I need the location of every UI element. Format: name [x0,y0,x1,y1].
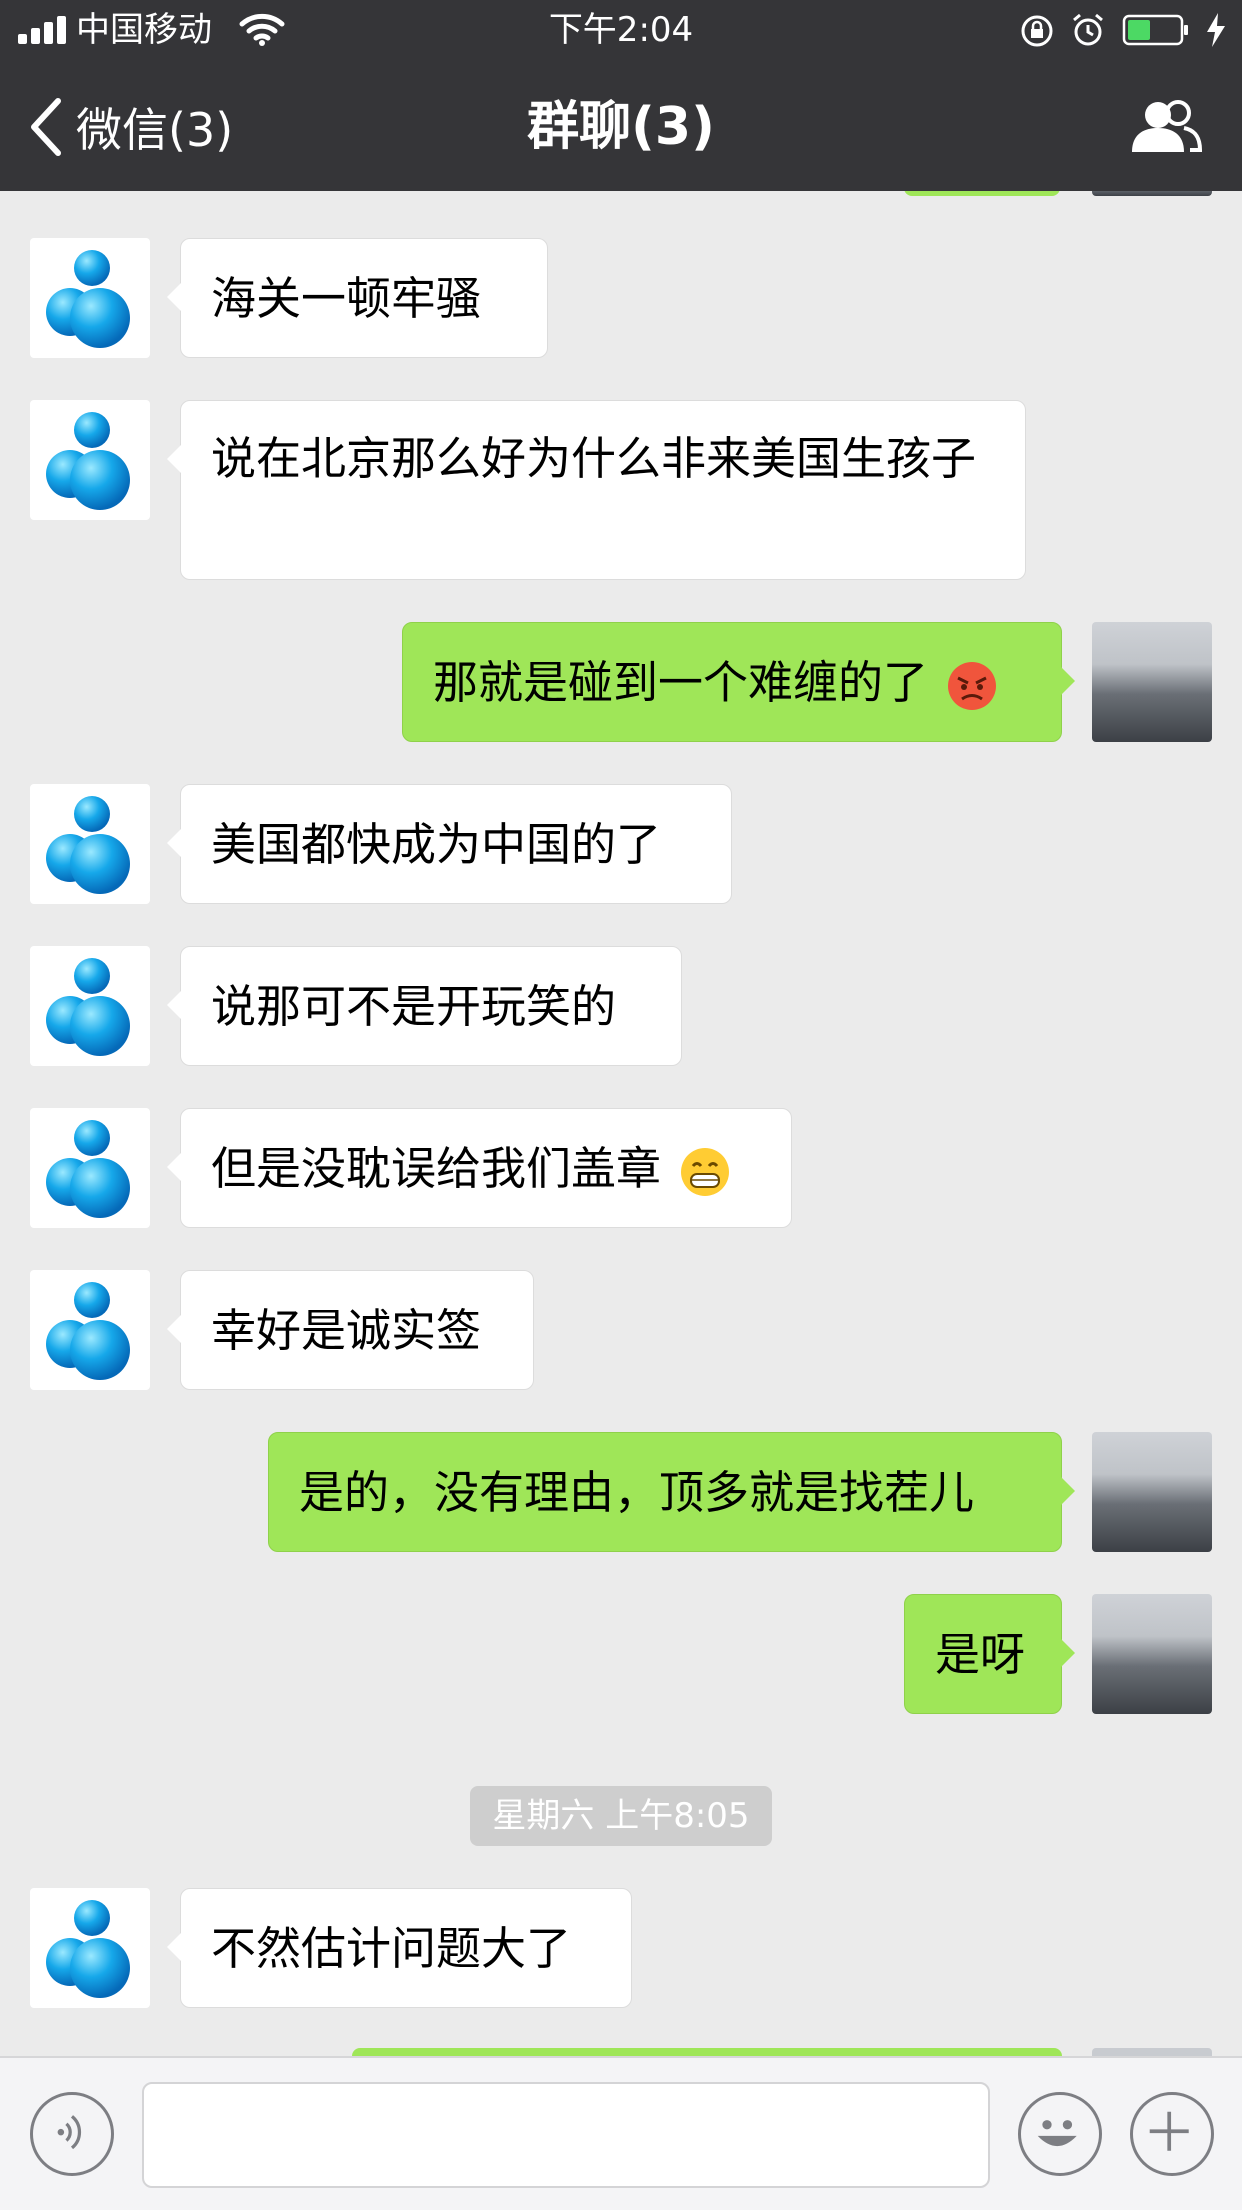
rotation-lock-icon [1021,15,1053,47]
blue-drop-avatar-icon [46,796,130,894]
avatar-contact[interactable] [30,1888,150,2008]
charging-icon [1207,13,1225,47]
emoji-button[interactable] [1018,2092,1102,2176]
avatar-contact[interactable] [30,1270,150,1390]
message-text: 那就是碰到一个难缠的了 [433,656,929,709]
grinning-face-emoji [681,1148,730,1196]
blue-drop-avatar-icon [46,250,130,348]
avatar-contact[interactable] [30,1108,150,1228]
status-time: 下午2:04 [548,10,694,50]
avatar-contact[interactable] [30,238,150,358]
message-text: 是呀 [935,1628,1026,1681]
message-input[interactable] [142,2082,990,2188]
message-bubble-incoming[interactable]: 说在北京那么好为什么非来美国生孩子 [167,400,1026,580]
message-bubble-incoming[interactable]: 美国都快成为中国的了 [167,784,732,904]
message-text: 不然估计问题大了 [211,1922,572,1975]
angry-face-emoji [948,662,997,710]
message-bubble-incoming[interactable]: 说那可不是开玩笑的 [167,946,682,1066]
message-bubble-outgoing[interactable]: 是的，没有理由，顶多就是找茬儿 [268,1432,1075,1552]
plus-icon [1149,2111,1189,2151]
message-text: 说在北京那么好为什么非来美国生孩子 [211,432,977,485]
message-bubble-outgoing[interactable]: 是呀 [904,1594,1075,1714]
message-text: 海关一顿牢骚 [211,272,482,325]
message-bubble-incoming[interactable]: 但是没耽误给我们盖章 [167,1108,792,1228]
emoji-icon [1037,2120,1077,2147]
message-text: 幸好是诚实签 [211,1304,482,1357]
blue-drop-avatar-icon [46,412,130,510]
avatar-contact[interactable] [30,400,150,520]
alarm-icon [1073,13,1103,46]
status-bar: 中国移动 下午2:04 [0,0,1242,60]
blue-drop-avatar-icon [46,958,130,1056]
avatar-self[interactable] [1092,622,1212,742]
message-text: 是的，没有理由，顶多就是找茬儿 [299,1466,975,1519]
voice-icon [57,2115,82,2150]
message-bubble-outgoing[interactable]: 那就是碰到一个难缠的了 [402,622,1075,742]
input-bar [0,2056,1242,2210]
blue-drop-avatar-icon [46,1120,130,1218]
chat-title: 群聊(3) [527,97,715,157]
message-text: 说那可不是开玩笑的 [211,980,617,1033]
avatar-contact[interactable] [30,784,150,904]
voice-button[interactable] [30,2092,114,2176]
message-text: 但是没耽误给我们盖章 [211,1142,662,1195]
battery-icon [1122,14,1188,46]
message-text: 美国都快成为中国的了 [211,818,662,871]
avatar-self[interactable] [1092,1432,1212,1552]
message-bubble-incoming[interactable]: 幸好是诚实签 [167,1270,534,1390]
blue-drop-avatar-icon [46,1900,130,1998]
message-bubble-incoming[interactable]: 海关一顿牢骚 [167,238,548,358]
group-members-icon[interactable] [1130,98,1202,156]
message-bubble-incoming[interactable]: 不然估计问题大了 [167,1888,632,2008]
blue-drop-avatar-icon [46,1282,130,1380]
avatar-contact[interactable] [30,946,150,1066]
avatar-self[interactable] [1092,1594,1212,1714]
plus-button[interactable] [1130,2092,1214,2176]
top-bar: 中国移动 下午2:04 微信(3) 群聊(3) [0,0,1242,191]
chat-timestamp: 星期六 上午8:05 [470,1786,772,1846]
